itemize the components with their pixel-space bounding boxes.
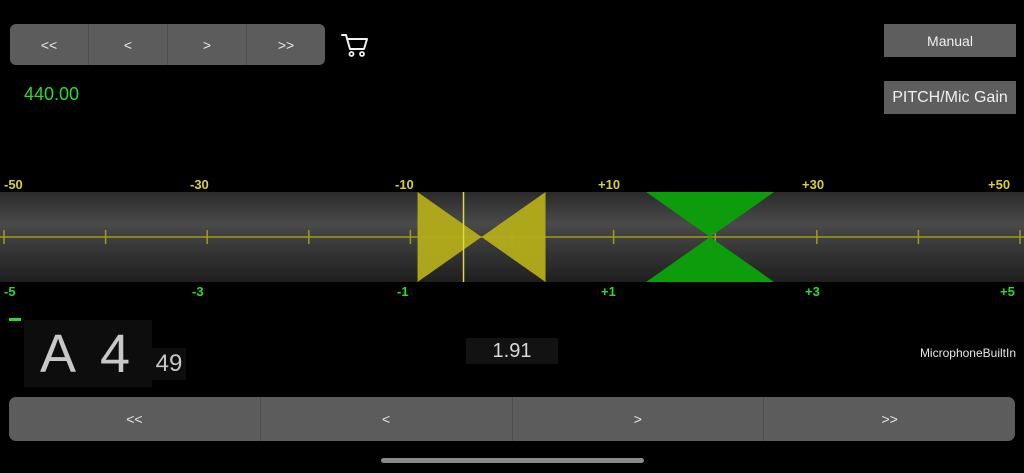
bottom-nav-first-button[interactable]: << xyxy=(9,397,261,441)
scale-top-label: -30 xyxy=(190,177,209,192)
top-nav-first-button[interactable]: << xyxy=(10,24,89,65)
scale-top-label: -10 xyxy=(395,177,414,192)
tuning-meter xyxy=(0,192,1024,282)
manual-button[interactable]: Manual xyxy=(884,24,1016,57)
shopping-cart-icon[interactable] xyxy=(340,30,370,60)
top-nav-prev-button[interactable]: < xyxy=(89,24,168,65)
home-indicator[interactable] xyxy=(381,458,644,463)
scale-bottom-label: -1 xyxy=(397,284,409,299)
top-nav-next-button[interactable]: > xyxy=(168,24,247,65)
bottom-nav-group: << < > >> xyxy=(9,397,1015,441)
scale-top-label: +30 xyxy=(802,177,825,192)
pitch-mic-gain-button[interactable]: PITCH/Mic Gain xyxy=(884,81,1016,114)
top-nav-last-button[interactable]: >> xyxy=(247,24,325,65)
scale-top-label: -50 xyxy=(4,177,23,192)
note-name-display: A 4 xyxy=(24,320,152,387)
yellow-indicator-left xyxy=(417,192,482,282)
input-device-label: MicrophoneBuiltIn xyxy=(919,346,1016,360)
green-indicator-bottom xyxy=(646,237,775,282)
top-nav-group: << < > >> xyxy=(10,24,325,65)
scale-bottom-label: +1 xyxy=(601,284,616,299)
bottom-nav-last-button[interactable]: >> xyxy=(764,397,1015,441)
bottom-nav-prev-button[interactable]: < xyxy=(261,397,513,441)
cents-value-display: 1.91 xyxy=(466,338,558,364)
signal-level-indicator xyxy=(9,318,21,321)
scale-bottom-label: -5 xyxy=(4,284,16,299)
scale-top-label: +50 xyxy=(988,177,1011,192)
note-number-display: 49 xyxy=(152,348,186,380)
scale-bottom-label: +3 xyxy=(805,284,820,299)
scale-bottom-label: +5 xyxy=(1000,284,1015,299)
scale-top-label: +10 xyxy=(598,177,621,192)
reference-frequency: 440.00 xyxy=(24,84,80,104)
green-indicator-top xyxy=(646,192,775,237)
yellow-indicator-right xyxy=(481,192,546,282)
bottom-nav-next-button[interactable]: > xyxy=(513,397,765,441)
scale-bottom-label: -3 xyxy=(192,284,204,299)
